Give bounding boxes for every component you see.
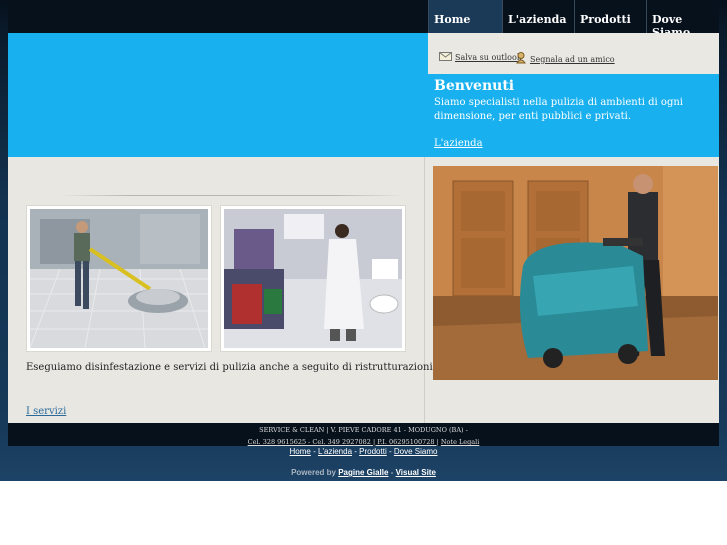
floor-cleaning-photo xyxy=(26,205,212,352)
visual-site-link[interactable]: Visual Site xyxy=(396,468,436,477)
main-nav: Home L'azienda Prodotti Dove Siamo xyxy=(428,0,719,39)
footer-sep: - xyxy=(313,447,316,456)
nav-dove-siamo[interactable]: Dove Siamo xyxy=(646,0,719,39)
nav-home[interactable]: Home xyxy=(428,0,502,33)
footer-contacts-text: Cel. 328 9615625 - Cel. 349 2927082 | P.… xyxy=(247,438,439,446)
envelope-icon xyxy=(439,52,452,63)
sanitizing-photo xyxy=(220,205,406,352)
services-description: Eseguiamo disinfestazione e servizi di p… xyxy=(26,362,436,373)
footer-nav-azienda[interactable]: L'azienda xyxy=(318,447,352,456)
footer-sep: - xyxy=(354,447,357,456)
legal-notes-link[interactable]: Note Legali xyxy=(441,438,479,446)
servizi-link[interactable]: I servizi xyxy=(26,406,66,417)
tell-friend-label: Segnala ad un amico xyxy=(530,54,615,64)
azienda-link[interactable]: L'azienda xyxy=(434,138,483,149)
save-outlook-link[interactable]: Salva su outlook xyxy=(439,52,522,63)
powered-sep: - xyxy=(390,468,394,477)
user-share-icon xyxy=(516,52,527,66)
decorative-divider xyxy=(60,195,405,196)
scrubber-machine-photo xyxy=(433,166,718,384)
footer-contacts: Cel. 328 9615625 - Cel. 349 2927082 | P.… xyxy=(0,438,727,446)
footer-nav-dove-siamo[interactable]: Dove Siamo xyxy=(394,447,438,456)
save-outlook-label: Salva su outlook xyxy=(455,53,522,62)
nav-azienda[interactable]: L'azienda xyxy=(502,0,574,33)
footer-nav: Home - L'azienda - Prodotti - Dove Siamo xyxy=(0,447,727,456)
pagine-gialle-link[interactable]: Pagine Gialle xyxy=(338,468,388,477)
welcome-text: Siamo specialisti nella pulizia di ambie… xyxy=(434,97,683,122)
footer-address: SERVICE & CLEAN | V. PIEVE CADORE 41 - M… xyxy=(259,426,468,434)
column-divider xyxy=(424,157,425,423)
tell-friend-link[interactable]: Segnala ad un amico xyxy=(516,52,615,66)
powered-by-label: Powered by xyxy=(291,468,336,477)
footer-nav-home[interactable]: Home xyxy=(290,447,311,456)
welcome-title: Benvenuti xyxy=(434,78,515,94)
nav-prodotti[interactable]: Prodotti xyxy=(574,0,646,33)
powered-by: Powered by Pagine Gialle - Visual Site xyxy=(0,468,727,477)
footer-nav-prodotti[interactable]: Prodotti xyxy=(359,447,387,456)
footer-sep: - xyxy=(388,447,392,456)
